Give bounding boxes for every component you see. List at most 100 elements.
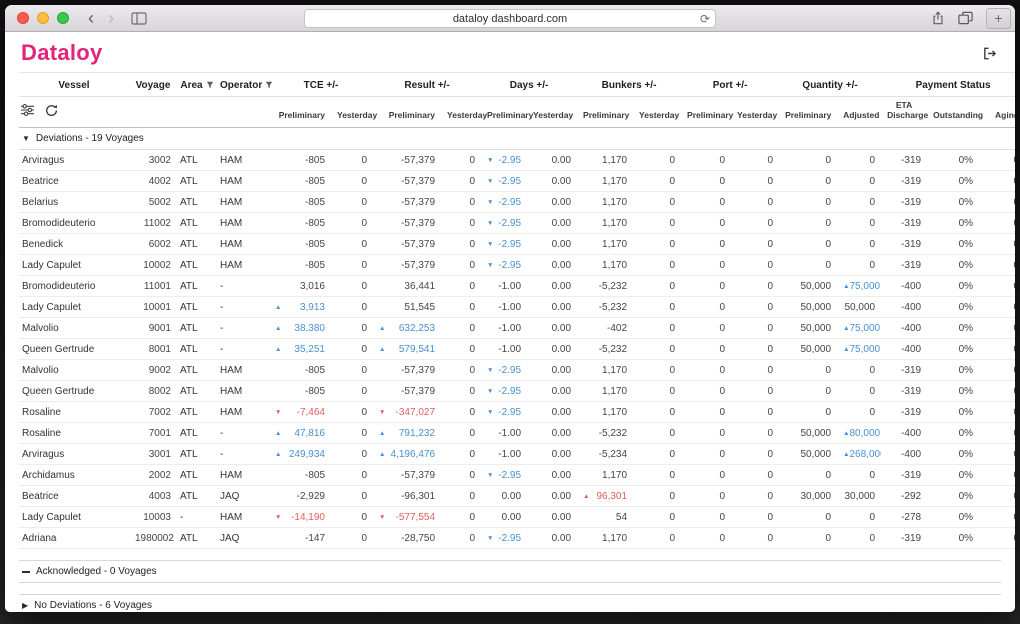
col-quantity[interactable]: Quantity +/- xyxy=(779,73,881,97)
col-voyage[interactable]: Voyage xyxy=(129,73,177,97)
operator: HAM xyxy=(217,234,269,255)
subcol-port-yesterday[interactable]: Yesterday xyxy=(731,97,779,128)
col-days[interactable]: Days +/- xyxy=(481,73,577,97)
quantity-adjusted: 0 xyxy=(837,402,881,423)
subcol-eta-discharge[interactable]: ETA Discharge xyxy=(881,97,927,128)
col-bunkers[interactable]: Bunkers +/- xyxy=(577,73,681,97)
outstanding: 0% xyxy=(927,507,979,528)
col-payment-status[interactable]: Payment Status xyxy=(881,73,1015,97)
cell-value: 0 xyxy=(826,533,832,544)
subcol-result-preliminary[interactable]: Preliminary xyxy=(373,97,441,128)
outstanding: 0% xyxy=(927,297,979,318)
subcol-bunkers-preliminary[interactable]: Preliminary xyxy=(577,97,633,128)
subcol-days-preliminary[interactable]: Preliminary xyxy=(481,97,527,128)
minimize-button[interactable] xyxy=(37,12,49,24)
table-row[interactable]: Rosaline7002ATLHAM▼-7,4640▼-347,0270▼-2.… xyxy=(19,402,1015,423)
result-preliminary: ▲632,253 xyxy=(373,318,441,339)
quantity-preliminary: 0 xyxy=(779,381,837,402)
cell-value: HAM xyxy=(220,260,242,271)
subcol-quantity-preliminary[interactable]: Preliminary xyxy=(779,97,837,128)
table-row[interactable]: Belarius5002ATLHAM-8050-57,3790▼-2.950.0… xyxy=(19,192,1015,213)
table-row[interactable]: Queen Gertrude8002ATLHAM-8050-57,3790▼-2… xyxy=(19,381,1015,402)
table-row[interactable]: Malvolio9001ATL-▲38,3800▲632,2530-1.000.… xyxy=(19,318,1015,339)
cell-value: 0.00 xyxy=(552,407,571,418)
table-row[interactable]: Adriana1980002ATLJAQ-1470-28,7500▼-2.950… xyxy=(19,528,1015,549)
tce-yesterday: 0 xyxy=(331,150,373,171)
operator-filter-icon[interactable] xyxy=(265,81,273,89)
cell-value: 0 xyxy=(768,281,774,292)
refresh-icon[interactable] xyxy=(45,104,58,117)
section-acknowledged[interactable]: Acknowledged - 0 Voyages xyxy=(19,560,1001,583)
share-icon[interactable] xyxy=(931,10,945,26)
voyage: 11001 xyxy=(129,276,177,297)
cell-value: -402 xyxy=(607,323,627,334)
table-row[interactable]: Beatrice4003ATLJAQ-2,9290-96,30100.000.0… xyxy=(19,486,1015,507)
reload-icon[interactable]: ⟳ xyxy=(700,11,710,27)
subcol-port-preliminary[interactable]: Preliminary xyxy=(681,97,731,128)
zoom-button[interactable] xyxy=(57,12,69,24)
tce-yesterday: 0 xyxy=(331,444,373,465)
subcol-tce-preliminary[interactable]: Preliminary xyxy=(269,97,331,128)
up-arrow-icon: ▲ xyxy=(379,323,385,334)
new-tab-button[interactable]: + xyxy=(986,8,1011,29)
port-preliminary: 0 xyxy=(681,381,731,402)
voyage: 6002 xyxy=(129,234,177,255)
days-yesterday: 0.00 xyxy=(527,234,577,255)
voyage: 5002 xyxy=(129,192,177,213)
filter-settings-icon[interactable] xyxy=(21,104,34,116)
quantity-adjusted: 50,000 xyxy=(837,297,881,318)
close-button[interactable] xyxy=(17,12,29,24)
outstanding: 0% xyxy=(927,276,979,297)
cell-value: Queen Gertrude xyxy=(22,386,94,397)
area: ATL xyxy=(177,486,217,507)
address-bar[interactable]: dataloy dashboard.com ⟳ xyxy=(304,9,716,28)
cell-value: 0% xyxy=(959,218,973,229)
area: ATL xyxy=(177,276,217,297)
col-area[interactable]: Area xyxy=(177,73,217,97)
area-filter-icon[interactable] xyxy=(206,81,214,89)
subcol-quantity-adjusted[interactable]: Adjusted xyxy=(837,97,881,128)
cell-value: -319 xyxy=(901,176,921,187)
quantity-adjusted: 30,000 xyxy=(837,486,881,507)
table-row[interactable]: Arviragus3002ATLHAM-8050-57,3790▼-2.950.… xyxy=(19,150,1015,171)
subcol-aging[interactable]: Aging xyxy=(979,97,1015,128)
cell-value: 0% xyxy=(959,407,973,418)
back-button[interactable]: ‹ xyxy=(81,7,101,29)
col-operator[interactable]: Operator xyxy=(217,73,269,97)
col-tce[interactable]: TCE +/- xyxy=(269,73,373,97)
table-row[interactable]: Beatrice4002ATLHAM-8050-57,3790▼-2.950.0… xyxy=(19,171,1015,192)
result-preliminary: 36,441 xyxy=(373,276,441,297)
cell-value: ATL xyxy=(180,218,198,229)
section-row-deviations[interactable]: ▼Deviations - 19 Voyages xyxy=(19,128,1015,150)
table-row[interactable]: Malvolio9002ATLHAM-8050-57,3790▼-2.950.0… xyxy=(19,360,1015,381)
subcol-result-yesterday[interactable]: Yesterday xyxy=(441,97,481,128)
table-row[interactable]: Bromodideuterio11002ATLHAM-8050-57,3790▼… xyxy=(19,213,1015,234)
tce-preliminary: -805 xyxy=(269,360,331,381)
cell-value: 6002 xyxy=(149,239,171,250)
subcol-bunkers-yesterday[interactable]: Yesterday xyxy=(633,97,681,128)
table-row[interactable]: Rosaline7001ATL-▲47,8160▲791,2320-1.000.… xyxy=(19,423,1015,444)
col-result[interactable]: Result +/- xyxy=(373,73,481,97)
table-row[interactable]: Lady Capulet10001ATL-▲3,913051,5450-1.00… xyxy=(19,297,1015,318)
logout-icon[interactable] xyxy=(980,44,999,63)
forward-button[interactable]: › xyxy=(101,7,121,29)
tce-yesterday: 0 xyxy=(331,423,373,444)
outstanding: 0% xyxy=(927,486,979,507)
subcol-days-yesterday[interactable]: Yesterday xyxy=(527,97,577,128)
table-row[interactable]: Arviragus3001ATL-▲249,9340▲4,196,4760-1.… xyxy=(19,444,1015,465)
table-row[interactable]: Lady Capulet10003-HAM▼-14,1900▼-577,5540… xyxy=(19,507,1015,528)
table-row[interactable]: Bromodideuterio11001ATL-3,016036,4410-1.… xyxy=(19,276,1015,297)
section-no-deviations[interactable]: ▶ No Deviations - 6 Voyages xyxy=(19,594,1001,612)
col-port[interactable]: Port +/- xyxy=(681,73,779,97)
cell-value: 54 xyxy=(616,512,627,523)
table-row[interactable]: Queen Gertrude8001ATL-▲35,2510▲579,5410-… xyxy=(19,339,1015,360)
cell-value: 0 xyxy=(870,155,876,166)
table-row[interactable]: Benedick6002ATLHAM-8050-57,3790▼-2.950.0… xyxy=(19,234,1015,255)
table-row[interactable]: Lady Capulet10002ATLHAM-8050-57,3790▼-2.… xyxy=(19,255,1015,276)
tab-overview-icon[interactable] xyxy=(958,11,973,25)
table-row[interactable]: Archidamus2002ATLHAM-8050-57,3790▼-2.950… xyxy=(19,465,1015,486)
col-vessel[interactable]: Vessel xyxy=(19,73,129,97)
subcol-outstanding[interactable]: Outstanding xyxy=(927,97,979,128)
sidebar-toggle-icon[interactable] xyxy=(131,12,147,25)
subcol-tce-yesterday[interactable]: Yesterday xyxy=(331,97,373,128)
